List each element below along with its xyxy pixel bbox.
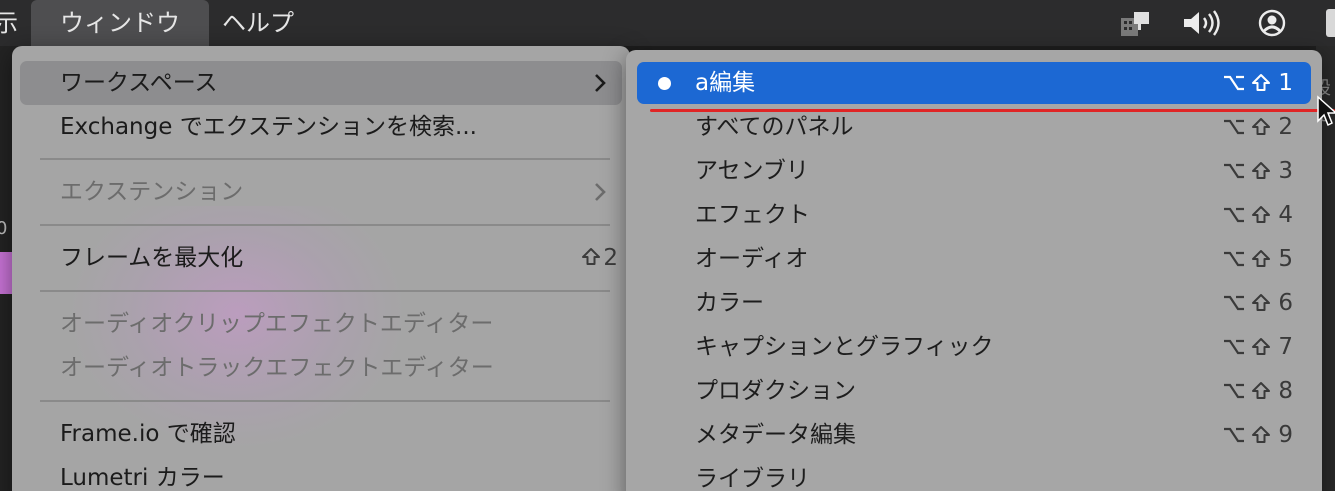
workspace-submenu: a編集 1 すべてのパネル 2 アセンブリ 3 エフェクト 4 オーディオ 5 … <box>626 50 1322 491</box>
shift-key-icon <box>1252 162 1271 179</box>
menu-item-label: オーディオクリップエフェクトエディター <box>60 311 494 337</box>
workspace-item-label: キャプションとグラフィック <box>695 334 994 360</box>
shift-key-icon <box>1252 382 1271 399</box>
shortcut-key: 2 <box>1278 114 1293 140</box>
workspace-item-production[interactable]: プロダクション 8 <box>637 369 1311 413</box>
shortcut-key: 4 <box>1278 202 1293 228</box>
chevron-right-icon <box>595 183 606 201</box>
shortcut-key: 6 <box>1278 290 1293 316</box>
menu-separator <box>40 290 610 292</box>
shortcut-key: 9 <box>1278 422 1293 448</box>
menu-item-label: エクステンション <box>60 179 244 205</box>
workspace-item-label: プロダクション <box>695 378 856 404</box>
menu-item-workspace[interactable]: ワークスペース <box>20 61 622 105</box>
option-key-icon <box>1224 339 1245 355</box>
menu-bar-item-help[interactable]: ヘルプ <box>222 0 294 46</box>
volume-icon[interactable] <box>1182 9 1222 37</box>
workspace-item-shortcut: 5 <box>1222 237 1293 281</box>
shortcut-key: 1 <box>1278 70 1293 96</box>
menu-item-audio-clip-effect-editor: オーディオクリップエフェクトエディター <box>20 302 622 346</box>
workspace-item-shortcut: 4 <box>1222 193 1293 237</box>
workspace-item-label: エフェクト <box>695 202 810 228</box>
workspace-item-label: アセンブリ <box>695 158 809 184</box>
workspace-item-shortcut: 8 <box>1222 369 1293 413</box>
option-key-icon <box>1224 251 1245 267</box>
workspace-item-libraries[interactable]: ライブラリ <box>637 457 1311 491</box>
timeline-ruler-text: 0 <box>0 218 8 239</box>
checkmark-bullet-icon <box>658 77 671 90</box>
menu-separator <box>40 224 610 226</box>
option-key-icon <box>1224 383 1245 399</box>
shift-key-icon <box>1252 338 1271 355</box>
menu-item-lumetri-color[interactable]: Lumetri カラー <box>20 456 622 491</box>
user-account-icon[interactable] <box>1256 9 1288 37</box>
workspace-item-shortcut: 6 <box>1222 281 1293 325</box>
shortcut-key: 3 <box>1278 158 1293 184</box>
shortcut-key: 7 <box>1278 334 1293 360</box>
menu-bar-item-view[interactable]: 示 <box>0 0 18 46</box>
shift-key-icon <box>1252 206 1271 223</box>
screen: 0 設定 示 ウィンドウ ヘルプ <box>0 0 1335 491</box>
shift-key-icon <box>1252 74 1271 91</box>
control-center-icon[interactable] <box>1326 9 1335 37</box>
menu-item-extensions: エクステンション <box>20 170 622 214</box>
option-key-icon <box>1224 119 1245 135</box>
menu-item-label: フレームを最大化 <box>60 245 244 271</box>
menu-item-label: ワークスペース <box>60 70 218 96</box>
workspace-item-shortcut: 7 <box>1222 325 1293 369</box>
workspace-item-color[interactable]: カラー 6 <box>637 281 1311 325</box>
menu-item-label: Frame.io で確認 <box>60 421 236 447</box>
menu-bar: 示 ウィンドウ ヘルプ <box>0 0 1335 46</box>
workspace-item-assembly[interactable]: アセンブリ 3 <box>637 149 1311 193</box>
workspace-item-label: メタデータ編集 <box>695 422 856 448</box>
workspace-item-label: オーディオ <box>695 246 809 272</box>
window-menu: ワークスペース Exchange でエクステンションを検索... エクステンショ… <box>12 46 630 491</box>
shift-key-icon <box>1252 118 1271 135</box>
menu-item-maximize-frame[interactable]: フレームを最大化 2 <box>20 236 622 280</box>
menu-item-exchange[interactable]: Exchange でエクステンションを検索... <box>20 105 622 149</box>
workspace-item-shortcut: 9 <box>1222 413 1293 457</box>
network-icon[interactable] <box>1118 9 1152 37</box>
option-key-icon <box>1224 427 1245 443</box>
menu-item-frame-io[interactable]: Frame.io で確認 <box>20 412 622 456</box>
workspace-item-audio[interactable]: オーディオ 5 <box>637 237 1311 281</box>
option-key-icon <box>1224 163 1245 179</box>
workspace-item-shortcut: 3 <box>1222 149 1293 193</box>
shortcut-key: 2 <box>603 245 618 271</box>
shift-key-icon <box>1252 250 1271 267</box>
workspace-item-label: a編集 <box>695 70 756 96</box>
shift-key-icon <box>1252 294 1271 311</box>
workspace-item-effects[interactable]: エフェクト 4 <box>637 193 1311 237</box>
annotation-underline <box>650 109 1335 112</box>
menu-bar-item-window[interactable]: ウィンドウ <box>31 0 209 46</box>
menu-item-shortcut: 2 <box>581 236 618 280</box>
menu-separator <box>40 158 610 160</box>
shift-key-icon <box>1252 426 1271 443</box>
menu-item-label: Lumetri カラー <box>60 465 225 491</box>
chevron-right-icon <box>595 74 606 92</box>
menu-separator <box>40 400 610 402</box>
workspace-item-label: カラー <box>695 290 764 316</box>
menu-item-label: Exchange でエクステンションを検索... <box>60 114 477 140</box>
shortcut-key: 8 <box>1278 378 1293 404</box>
workspace-item-metadata-editing[interactable]: メタデータ編集 9 <box>637 413 1311 457</box>
menu-item-audio-track-effect-editor: オーディオトラックエフェクトエディター <box>20 346 622 390</box>
menu-item-label: オーディオトラックエフェクトエディター <box>60 355 494 381</box>
mouse-cursor-icon <box>1317 95 1335 127</box>
shift-key-icon <box>582 248 601 265</box>
option-key-icon <box>1224 207 1245 223</box>
workspace-item-captions-graphics[interactable]: キャプションとグラフィック 7 <box>637 325 1311 369</box>
workspace-item-edit[interactable]: a編集 1 <box>637 62 1311 104</box>
shortcut-key: 5 <box>1278 246 1293 272</box>
workspace-item-label: ライブラリ <box>695 466 810 491</box>
workspace-item-shortcut: 1 <box>1222 62 1293 104</box>
option-key-icon <box>1224 75 1245 91</box>
option-key-icon <box>1224 295 1245 311</box>
